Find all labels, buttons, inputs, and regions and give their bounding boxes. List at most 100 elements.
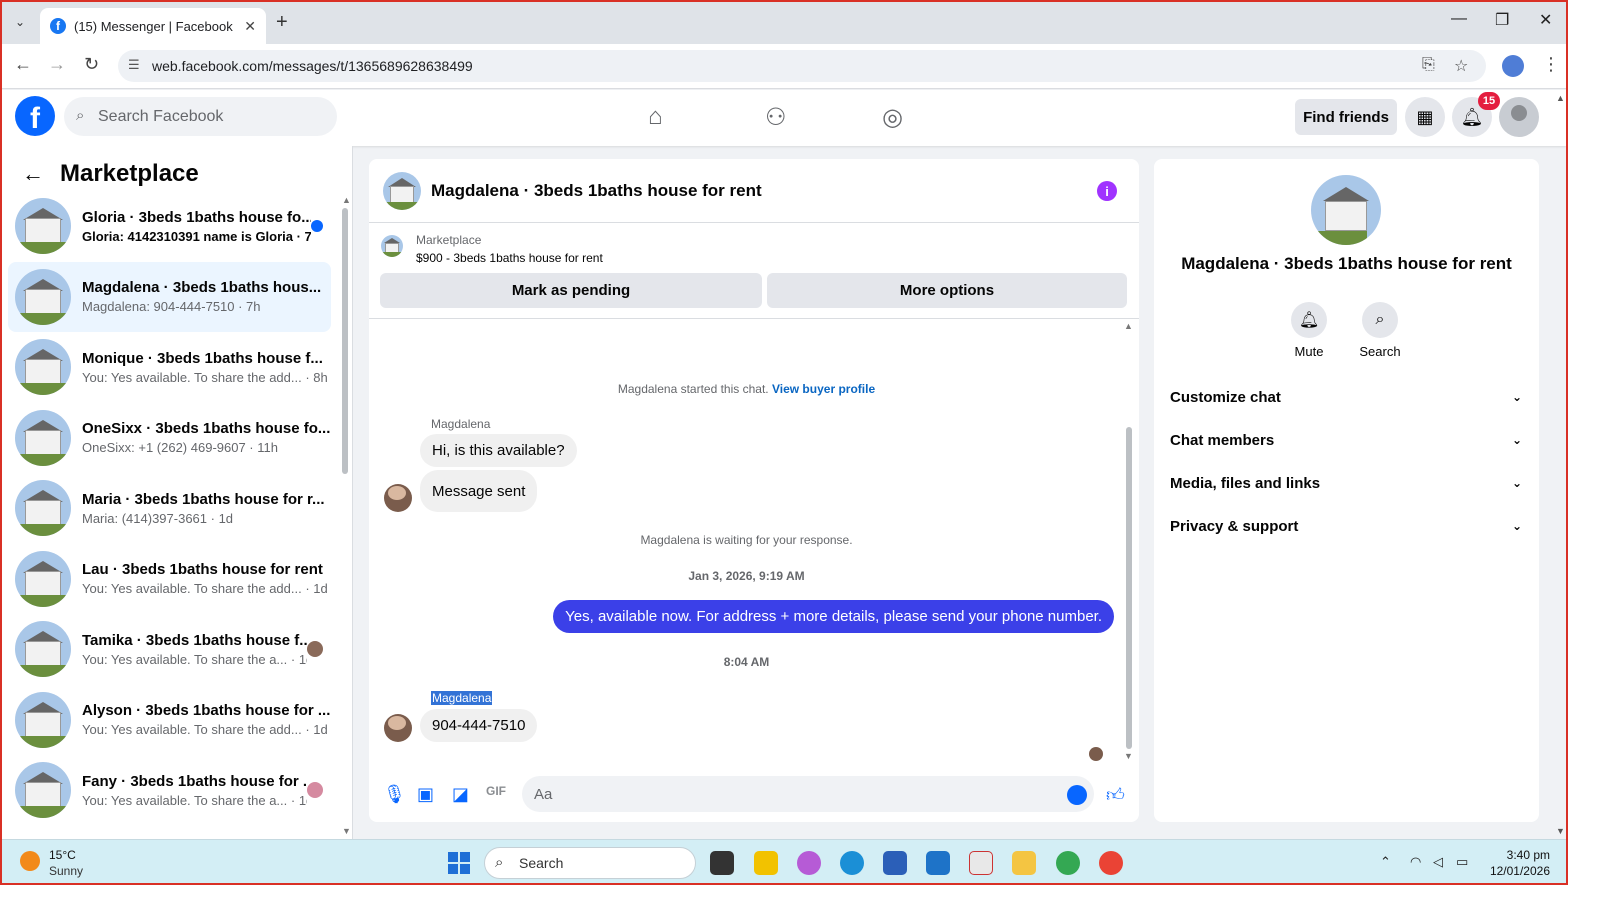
conversation-item[interactable]: Fany · 3beds 1baths house for ... You: Ye… — [8, 755, 331, 825]
chrome-profile-icon[interactable] — [1099, 851, 1123, 875]
list-scrollbar[interactable] — [342, 208, 348, 474]
tab-strip: ⌄ f (15) Messenger | Facebook ✕ + — ❐ ✕ — [2, 2, 1566, 44]
facebook-search-input[interactable]: ⌕ Search Facebook — [64, 97, 337, 136]
find-friends-button[interactable]: Find friends — [1295, 99, 1397, 135]
site-info-icon[interactable]: ☰ — [128, 57, 140, 73]
conversation-name: Magdalena · 3beds 1baths hous... — [82, 279, 322, 296]
facebook-logo-icon[interactable]: f — [15, 96, 55, 136]
thumbs-up-icon[interactable]: 👍︎ — [1106, 784, 1125, 806]
volume-icon[interactable]: ◁ — [1433, 854, 1443, 870]
page-scroll-up-icon[interactable]: ▲ — [1556, 93, 1565, 103]
facebook-favicon-icon: f — [50, 18, 66, 34]
chat-scroll-up-icon[interactable]: ▲ — [1124, 321, 1133, 331]
list-scroll-up-icon[interactable]: ▲ — [342, 195, 351, 205]
emoji-icon[interactable] — [1067, 785, 1087, 805]
forward-icon[interactable]: → — [48, 54, 66, 75]
sender-avatar[interactable] — [384, 714, 412, 742]
my-message-bubble[interactable]: Yes, available now. For address + more d… — [553, 600, 1114, 633]
chat-scroll-down-icon[interactable]: ▼ — [1124, 751, 1133, 761]
system-clock[interactable]: 3:40 pm 12/01/2026 — [1482, 847, 1550, 879]
listing-thumbnail[interactable] — [383, 171, 421, 210]
chat-scrollbar[interactable] — [1126, 427, 1132, 749]
minimize-icon[interactable]: — — [1451, 10, 1467, 28]
close-window-icon[interactable]: ✕ — [1539, 10, 1552, 30]
info-section-row[interactable]: Privacy & support ⌄ — [1170, 511, 1522, 541]
message-input[interactable]: Aa — [522, 776, 1094, 812]
chat-panel: Magdalena · 3beds 1baths house for rent … — [369, 159, 1139, 822]
conversation-item[interactable]: Monique · 3beds 1baths house f... You: Ye… — [8, 332, 331, 402]
store-icon[interactable] — [883, 851, 907, 875]
install-icon[interactable]: ⎘ — [1422, 56, 1435, 74]
groups-icon[interactable]: ◎ — [882, 103, 903, 132]
info-section-row[interactable]: Media, files and links ⌄ — [1170, 468, 1522, 498]
mute-action[interactable]: 🔔︎ Mute — [1279, 302, 1339, 359]
tray-overflow-icon[interactable]: ⌃ — [1380, 854, 1391, 870]
info-section-row[interactable]: Chat members ⌄ — [1170, 425, 1522, 455]
wifi-icon[interactable]: ◠ — [1410, 854, 1421, 870]
browser-menu-icon[interactable]: ⋮ — [1542, 54, 1560, 75]
sender-avatar[interactable] — [384, 484, 412, 512]
message-bubble[interactable]: Hi, is this available? — [420, 434, 577, 467]
listing-price[interactable]: $900 - 3beds 1baths house for rent — [416, 251, 603, 265]
back-icon[interactable]: ← — [14, 54, 32, 75]
copilot-icon[interactable] — [797, 851, 821, 875]
message-thread: Magdalena started this chat. View buyer … — [369, 319, 1139, 764]
chrome-icon[interactable] — [1056, 851, 1080, 875]
more-options-button[interactable]: More options — [767, 273, 1127, 308]
file-explorer-icon[interactable] — [1012, 851, 1036, 875]
conversation-item[interactable]: Tamika · 3beds 1baths house f... You: Yes… — [8, 614, 331, 684]
start-icon[interactable] — [448, 852, 470, 874]
taskbar-search[interactable]: ⌕ Search — [484, 847, 696, 879]
info-icon[interactable]: i — [1097, 181, 1117, 201]
message-bubble[interactable]: Message sent — [420, 470, 538, 512]
conversation-item[interactable]: Alyson · 3beds 1baths house for ... You: … — [8, 685, 331, 755]
microphone-icon[interactable]: 🎙︎ — [383, 784, 406, 805]
battery-icon[interactable]: ▭ — [1456, 854, 1468, 870]
section-label: Privacy & support — [1170, 517, 1299, 535]
url-field[interactable]: ☰ web.facebook.com/messages/t/1365689628… — [118, 50, 1486, 82]
info-section-row[interactable]: Customize chat ⌄ — [1170, 382, 1522, 412]
tab-messenger[interactable]: f (15) Messenger | Facebook ✕ — [40, 8, 266, 44]
message-bubble[interactable]: 904-444-7510 — [420, 709, 538, 742]
mark-as-pending-button[interactable]: Mark as pending — [380, 273, 762, 308]
sun-icon[interactable] — [20, 851, 40, 871]
edge-icon[interactable] — [840, 851, 864, 875]
page-scroll-down-icon[interactable]: ▼ — [1556, 826, 1565, 836]
listing-small-thumbnail[interactable] — [381, 235, 403, 257]
conversation-item[interactable]: Magdalena · 3beds 1baths hous... Magdalen… — [8, 261, 331, 332]
reload-icon[interactable]: ↻ — [84, 54, 99, 75]
conversation-item[interactable]: Gloria · 3beds 1baths house fo... Gloria:… — [8, 191, 331, 261]
conversation-name: Lau · 3beds 1baths house for rent — [82, 561, 323, 578]
photo-icon[interactable]: ▣ — [417, 784, 434, 805]
search-icon: ⌕ — [495, 854, 504, 871]
conversation-item[interactable]: Maria · 3beds 1baths house for r... Maria… — [8, 473, 331, 543]
restore-icon[interactable]: ❐ — [1495, 10, 1509, 30]
conversation-preview: You: Yes available. To share the add... … — [82, 369, 328, 385]
sticker-icon[interactable]: ◪ — [452, 784, 469, 805]
view-buyer-profile-link[interactable]: View buyer profile — [772, 382, 875, 396]
tab-search-icon[interactable]: ⌄ — [10, 12, 30, 32]
snipping-tool-icon[interactable] — [969, 851, 993, 875]
conversation-preview: You: Yes available. To share the a... · … — [82, 651, 307, 667]
account-avatar[interactable] — [1499, 97, 1539, 137]
close-tab-icon[interactable]: ✕ — [244, 18, 256, 35]
new-tab-icon[interactable]: + — [276, 11, 288, 34]
conversation-item[interactable]: Lau · 3beds 1baths house for rent You: Ye… — [8, 544, 331, 614]
search-action[interactable]: ⌕ Search — [1350, 302, 1410, 359]
listing-large-thumbnail[interactable] — [1311, 175, 1381, 245]
task-view-icon[interactable] — [710, 851, 734, 875]
back-arrow-icon[interactable]: ← — [22, 161, 44, 187]
sticky-notes-icon[interactable] — [754, 851, 778, 875]
outlook-icon[interactable] — [926, 851, 950, 875]
gif-icon[interactable]: GIF — [486, 784, 506, 798]
browser-profile-icon[interactable] — [1502, 55, 1524, 77]
conversation-item[interactable]: OneSixx · 3beds 1baths house fo... OneSix… — [8, 403, 331, 473]
chat-title[interactable]: Magdalena · 3beds 1baths house for rent — [431, 181, 762, 201]
star-icon[interactable]: ☆ — [1454, 56, 1468, 76]
friends-icon[interactable]: ⚇ — [765, 103, 787, 132]
notification-badge: 15 — [1478, 92, 1500, 110]
list-scroll-down-icon[interactable]: ▼ — [342, 826, 351, 836]
menu-grid-icon[interactable]: ▦ — [1405, 97, 1445, 137]
home-icon[interactable]: ⌂ — [648, 103, 663, 131]
search-placeholder: Search Facebook — [98, 107, 224, 125]
